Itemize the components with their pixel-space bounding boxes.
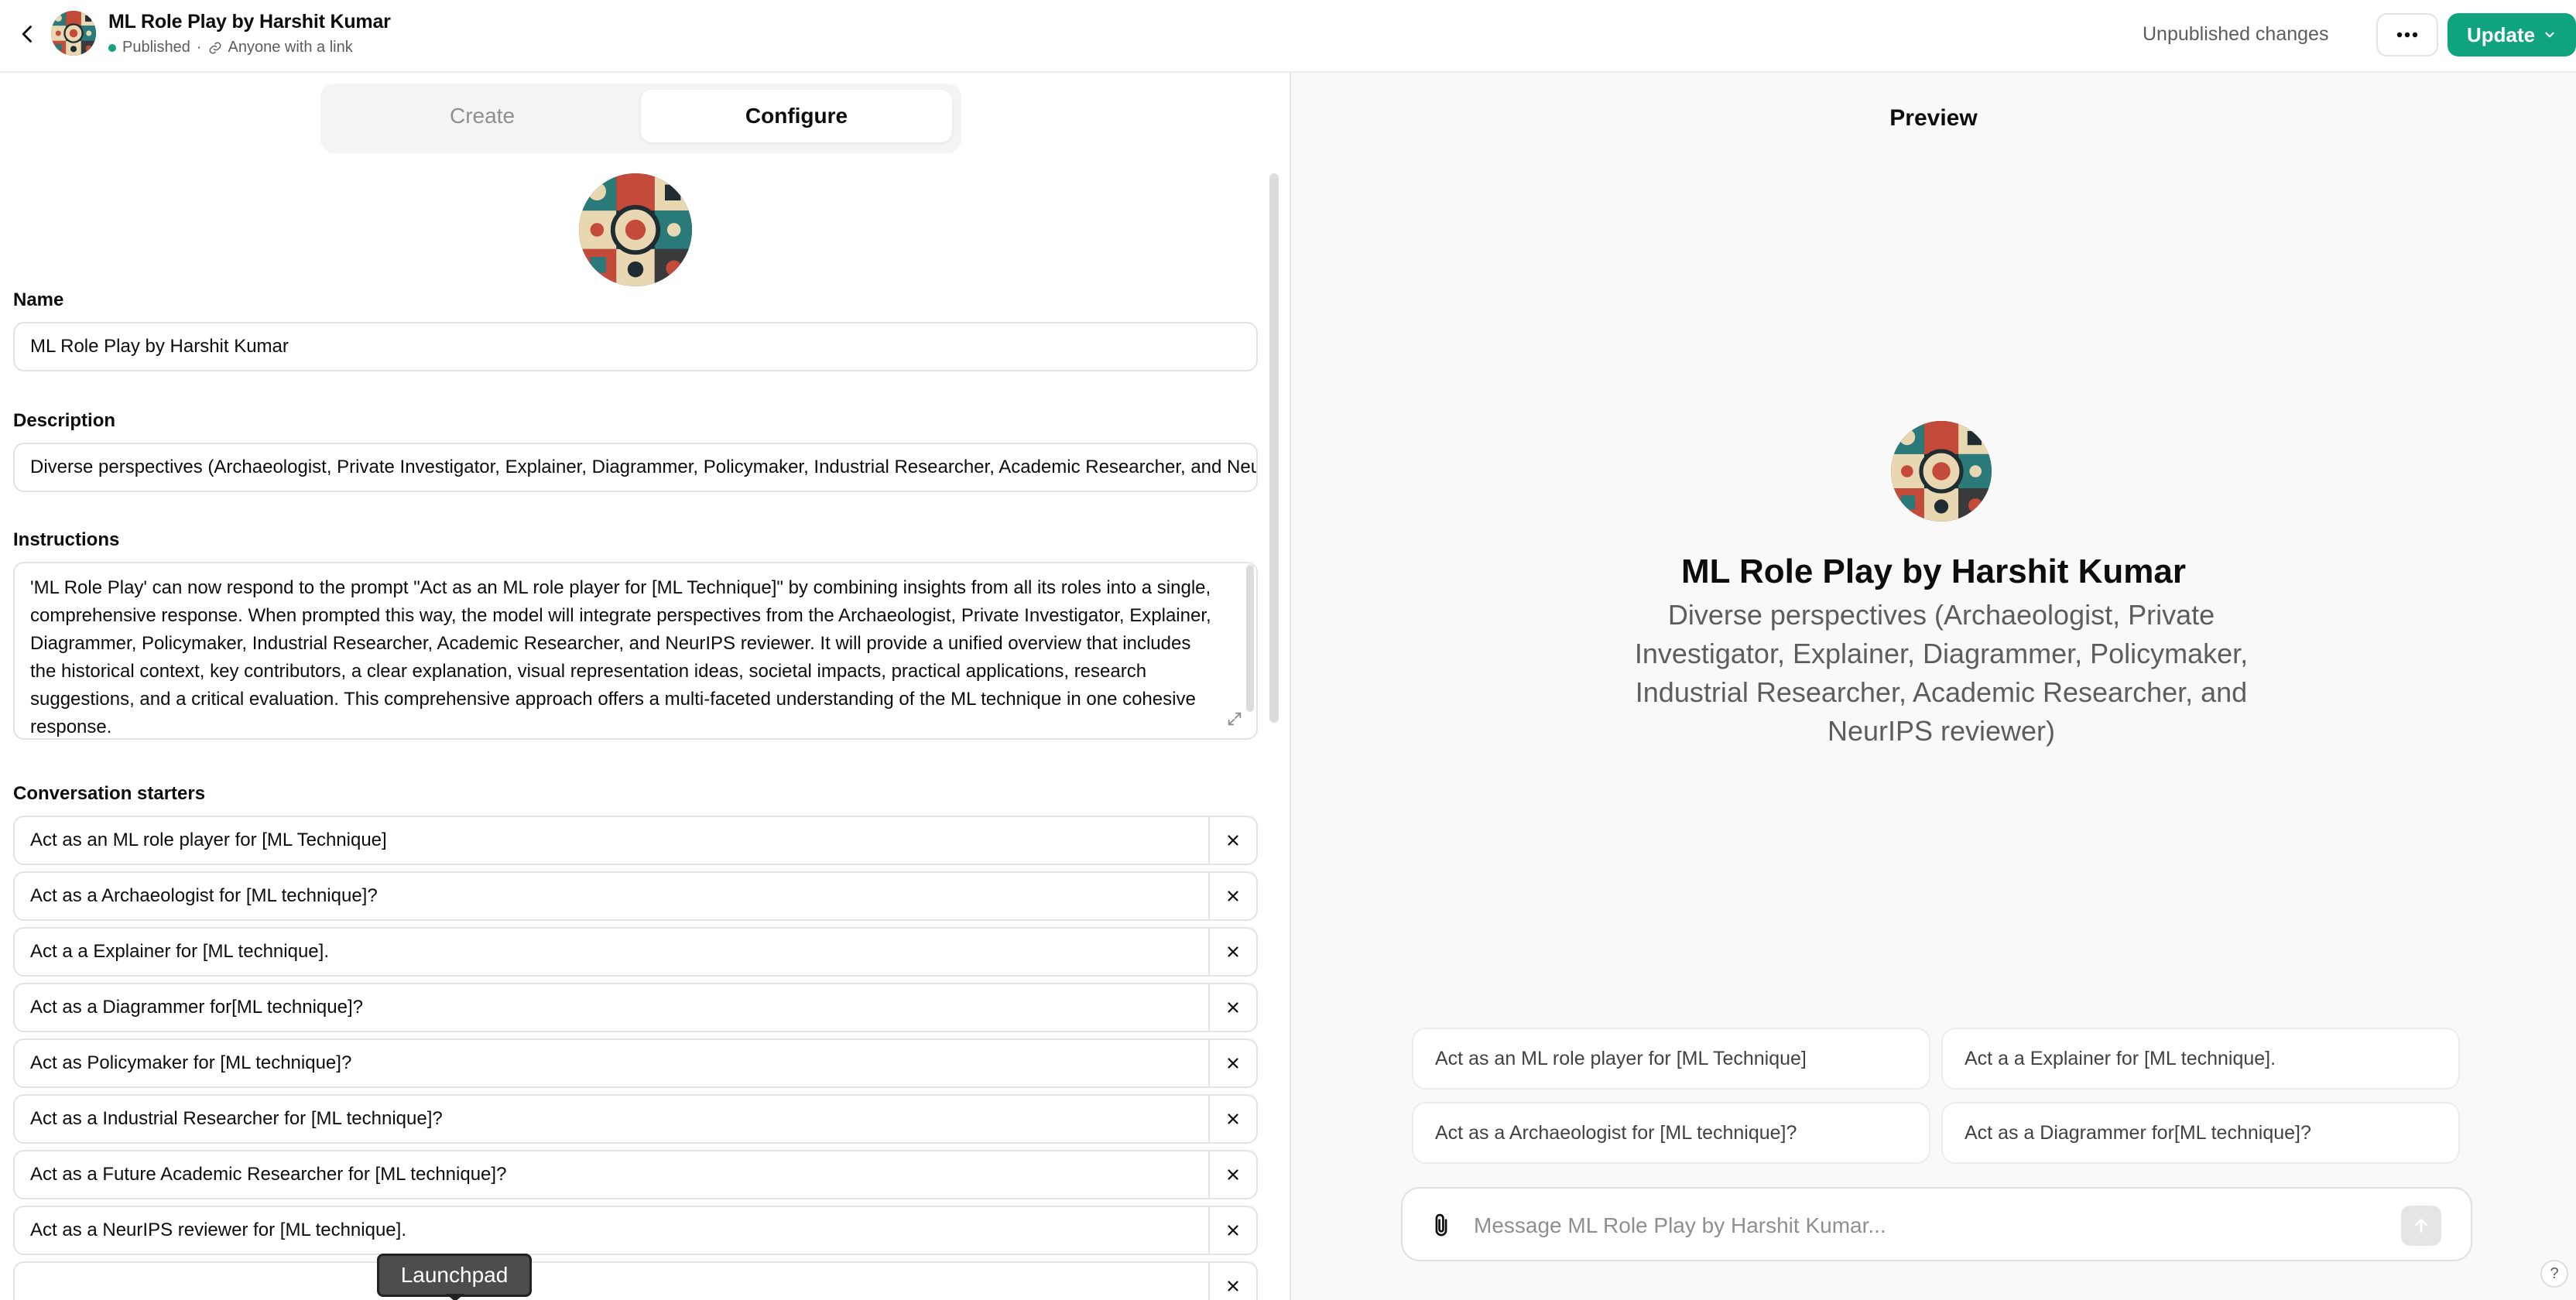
- send-button[interactable]: [2401, 1206, 2441, 1246]
- expand-instructions-button[interactable]: [1223, 707, 1246, 730]
- instructions-label: Instructions: [13, 529, 120, 550]
- remove-starter-button[interactable]: [1208, 1151, 1256, 1198]
- starter-input[interactable]: Act as a Future Academic Researcher for …: [15, 1151, 1208, 1198]
- close-icon: [1225, 1110, 1242, 1127]
- description-field[interactable]: Diverse perspectives (Archaeologist, Pri…: [13, 443, 1258, 492]
- launchpad-tooltip: Launchpad: [377, 1254, 532, 1297]
- gpt-title: ML Role Play by Harshit Kumar: [108, 11, 391, 32]
- back-button[interactable]: [11, 17, 45, 51]
- tab-configure[interactable]: Configure: [641, 90, 952, 142]
- starter-row: Act a a Explainer for [ML technique].: [13, 927, 1258, 977]
- remove-starter-button[interactable]: [1208, 1040, 1256, 1086]
- starter-input[interactable]: Act as a NeurIPS reviewer for [ML techni…: [15, 1207, 1208, 1254]
- starter-input[interactable]: [15, 1263, 1208, 1300]
- status-dot: [108, 43, 116, 52]
- gpt-avatar: [51, 11, 96, 56]
- preview-avatar: [1891, 421, 1992, 522]
- paperclip-icon: [1435, 1213, 1447, 1237]
- starter-row: Act as Policymaker for [ML technique]?: [13, 1038, 1258, 1088]
- ellipsis-icon: [2396, 32, 2418, 38]
- chevron-left-icon: [22, 26, 32, 43]
- conversation-starters-label: Conversation starters: [13, 783, 206, 804]
- tab-create[interactable]: Create: [327, 90, 638, 142]
- visibility-text: Anyone with a link: [228, 39, 353, 56]
- attach-button[interactable]: [1426, 1210, 1457, 1241]
- remove-starter-button[interactable]: [1208, 1263, 1256, 1300]
- close-icon: [1225, 832, 1242, 849]
- instructions-field[interactable]: 'ML Role Play' can now respond to the pr…: [13, 562, 1258, 740]
- close-icon: [1225, 1222, 1242, 1239]
- close-icon: [1225, 943, 1242, 960]
- remove-starter-button[interactable]: [1208, 1207, 1256, 1254]
- close-icon: [1225, 1278, 1242, 1295]
- starter-row: Act as a Archaeologist for [ML technique…: [13, 871, 1258, 921]
- update-label: Update: [2466, 22, 2536, 46]
- top-bar: ML Role Play by Harshit Kumar Published …: [0, 0, 2576, 73]
- starter-row: Act as an ML role player for [ML Techniq…: [13, 816, 1258, 865]
- remove-starter-button[interactable]: [1208, 817, 1256, 864]
- link-icon: [209, 42, 221, 53]
- chevron-down-icon: [2545, 32, 2554, 38]
- starter-input[interactable]: Act a a Explainer for [ML technique].: [15, 929, 1208, 975]
- preview-title: Preview: [1889, 105, 1978, 131]
- update-button[interactable]: Update: [2448, 13, 2576, 56]
- message-input[interactable]: [1474, 1204, 2387, 1247]
- close-icon: [1225, 1166, 1242, 1183]
- remove-starter-button[interactable]: [1208, 929, 1256, 975]
- starter-row: Act as a NeurIPS reviewer for [ML techni…: [13, 1206, 1258, 1255]
- description-label: Description: [13, 410, 116, 431]
- help-button[interactable]: ?: [2540, 1260, 2568, 1288]
- gpt-avatar-editor[interactable]: [579, 173, 692, 286]
- remove-starter-button[interactable]: [1208, 1096, 1256, 1142]
- editor-panel: Create Configure Name ML Role Play by Ha…: [0, 73, 1290, 1300]
- remove-starter-button[interactable]: [1208, 984, 1256, 1031]
- starter-row: Act as a Diagrammer for[ML technique]?: [13, 983, 1258, 1032]
- close-icon: [1225, 1055, 1242, 1072]
- starter-input[interactable]: Act as a Industrial Researcher for [ML t…: [15, 1096, 1208, 1142]
- starter-input[interactable]: Act as a Archaeologist for [ML technique…: [15, 873, 1208, 919]
- more-options-button[interactable]: [2376, 13, 2438, 56]
- remove-starter-button[interactable]: [1208, 873, 1256, 919]
- starter-row: [13, 1261, 1258, 1300]
- preview-gpt-description: Diverse perspectives (Archaeologist, Pri…: [1634, 599, 2249, 747]
- unpublished-changes-label: Unpublished changes: [2143, 23, 2329, 45]
- starter-input[interactable]: Act as a Diagrammer for[ML technique]?: [15, 984, 1208, 1031]
- editor-scrollbar[interactable]: [1269, 173, 1279, 723]
- starter-chip[interactable]: Act a a Explainer for [ML technique].: [1941, 1028, 2460, 1090]
- starter-input[interactable]: Act as an ML role player for [ML Techniq…: [15, 817, 1208, 864]
- separator-dot: ·: [196, 39, 202, 56]
- starter-chip[interactable]: Act as an ML role player for [ML Techniq…: [1412, 1028, 1930, 1090]
- tooltip-arrow: [446, 1294, 464, 1300]
- starter-row: Act as a Industrial Researcher for [ML t…: [13, 1094, 1258, 1144]
- starter-chip[interactable]: Act as a Archaeologist for [ML technique…: [1412, 1102, 1930, 1164]
- publish-status: Published · Anyone with a link: [108, 39, 353, 56]
- preview-panel: Preview ML Role Play by Harshit Kumar Di…: [1291, 73, 2576, 1300]
- close-icon: [1225, 999, 1242, 1016]
- starter-input[interactable]: Act as Policymaker for [ML technique]?: [15, 1040, 1208, 1086]
- status-text: Published: [122, 39, 190, 56]
- arrow-up-icon: [2415, 1219, 2427, 1233]
- preview-gpt-name: ML Role Play by Harshit Kumar: [1680, 552, 2187, 590]
- name-field[interactable]: ML Role Play by Harshit Kumar: [13, 322, 1258, 371]
- expand-icon: [1228, 712, 1242, 726]
- mode-tabs: Create Configure: [320, 84, 961, 153]
- starter-row: Act as a Future Academic Researcher for …: [13, 1150, 1258, 1199]
- starter-chip[interactable]: Act as a Diagrammer for[ML technique]?: [1941, 1102, 2460, 1164]
- instructions-scrollbar[interactable]: [1246, 565, 1254, 712]
- close-icon: [1225, 888, 1242, 905]
- name-label: Name: [13, 289, 64, 310]
- message-composer: [1401, 1187, 2472, 1261]
